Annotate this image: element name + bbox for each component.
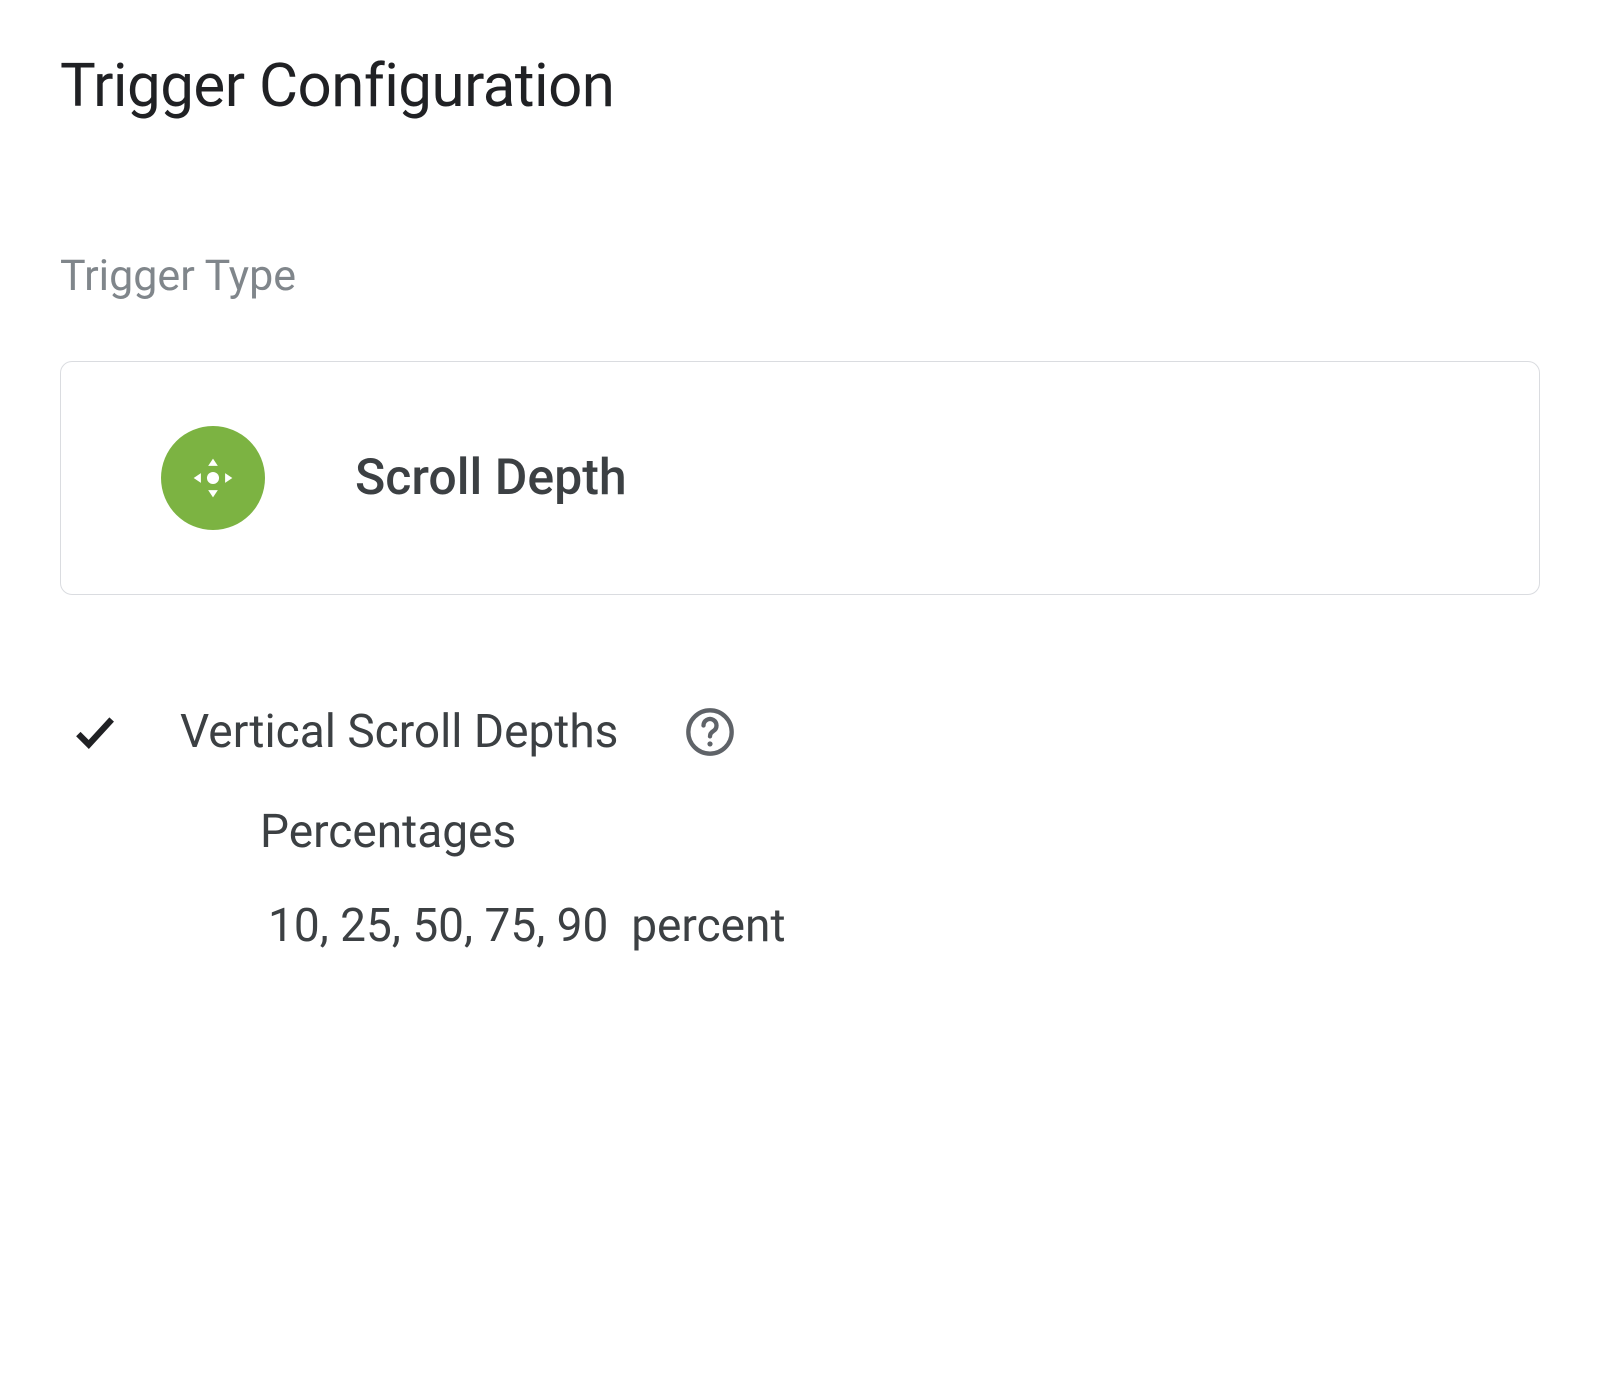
trigger-type-label: Trigger Type bbox=[60, 251, 1540, 301]
check-icon bbox=[70, 707, 120, 757]
scroll-depth-icon bbox=[161, 426, 265, 530]
help-icon[interactable] bbox=[684, 706, 736, 758]
vertical-scroll-depths-label: Vertical Scroll Depths bbox=[180, 705, 618, 759]
percentages-sub-option: Percentages 10, 25, 50, 75, 90 percent bbox=[260, 805, 1540, 953]
vertical-scroll-depths-option[interactable]: Vertical Scroll Depths bbox=[70, 705, 1540, 759]
section-title: Trigger Configuration bbox=[60, 50, 1540, 121]
percentages-value: 10, 25, 50, 75, 90 percent bbox=[268, 899, 1540, 953]
trigger-type-selector[interactable]: Scroll Depth bbox=[60, 361, 1540, 595]
trigger-type-name: Scroll Depth bbox=[355, 449, 627, 507]
percentages-label: Percentages bbox=[260, 805, 1540, 859]
